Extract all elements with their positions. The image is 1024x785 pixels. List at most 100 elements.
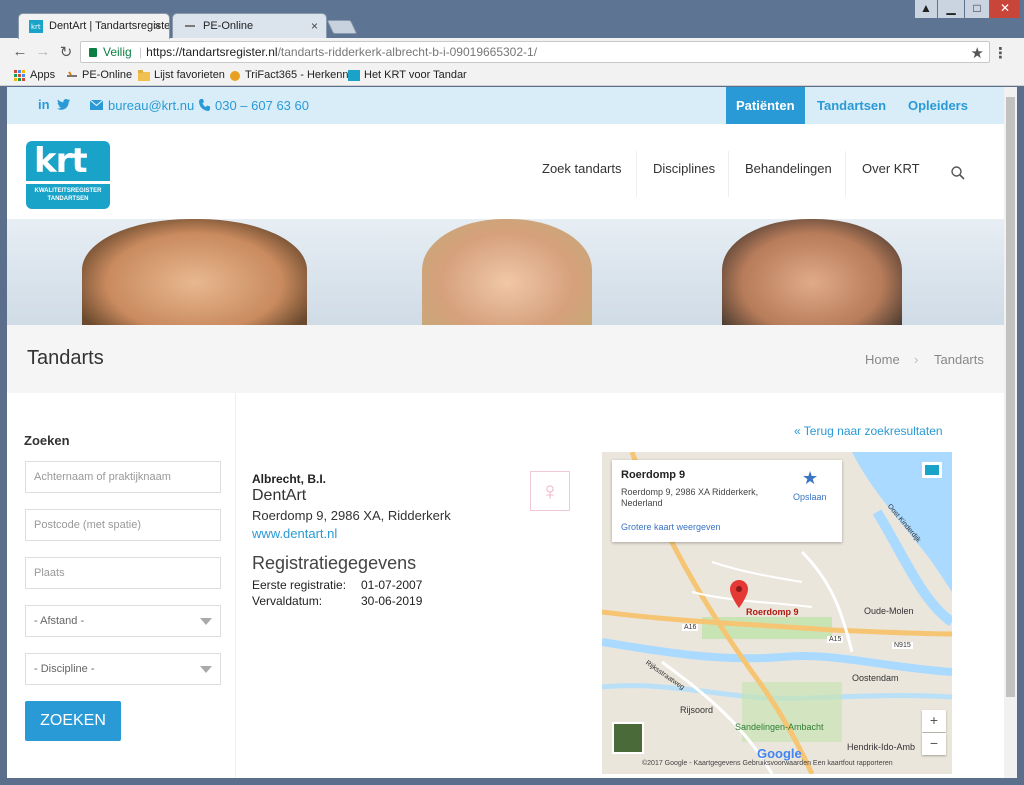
zoom-in-button[interactable]: +	[922, 710, 946, 732]
krt-icon	[348, 70, 360, 81]
first-registration-value: 01-07-2007	[361, 578, 423, 592]
map-label-hendrik-ido-ambacht: Hendrik-Ido-Amb	[847, 742, 916, 752]
browser-menu-icon[interactable]: ⋮	[993, 44, 1008, 62]
pin-icon[interactable]: ▲	[915, 0, 937, 18]
input-placeholder: Plaats	[34, 567, 65, 579]
page-scrollbar[interactable]	[1004, 87, 1017, 778]
map-info-card: Roerdomp 9 Roerdomp 9, 2986 XA Ridderker…	[612, 460, 842, 542]
nav-tandartsen[interactable]: Tandartsen	[807, 87, 896, 127]
search-heading: Zoeken	[24, 433, 70, 448]
bookmark-star-icon[interactable]: ★	[971, 44, 984, 62]
close-tab-icon[interactable]: ×	[311, 19, 318, 33]
distance-select[interactable]: - Afstand -	[25, 605, 221, 637]
map-pin-icon[interactable]	[730, 580, 748, 608]
forward-icon[interactable]: →	[33, 43, 53, 60]
hero-photo-woman-2	[722, 219, 902, 325]
map-footer: ©2017 Google - Kaartgegevens Gebruiksvoo…	[642, 760, 893, 767]
back-to-results-link[interactable]: « Terug naar zoekresultaten	[794, 424, 943, 438]
map-label-oude-molen: Oude-Molen	[864, 606, 914, 616]
google-map[interactable]: Roerdomp 9 Roerdomp 9, 2986 XA Ridderker…	[602, 452, 952, 774]
scrollbar-thumb[interactable]	[1006, 97, 1015, 697]
dentist-detail: « Terug naar zoekresultaten Albrecht, B.…	[237, 393, 1004, 778]
breadcrumb-home[interactable]: Home	[865, 352, 900, 367]
search-button[interactable]: ZOEKEN	[25, 701, 121, 741]
logo-subtitle-1: KWALITEITSREGISTER	[34, 188, 102, 194]
page-title: Tandarts	[27, 347, 104, 369]
apps-grid-icon	[14, 70, 25, 81]
web-page: in bureau@krt.nu 030 – 607 63 60 Patiënt…	[7, 87, 1004, 778]
tab-title: DentArt | Tandartsregiste	[49, 20, 170, 32]
zoom-out-button[interactable]: −	[922, 733, 946, 755]
tab-dentart[interactable]: krt DentArt | Tandartsregiste ×	[18, 13, 170, 39]
minimize-button[interactable]: ▁	[938, 0, 964, 18]
page-title-bar: Tandarts Home › Tandarts	[7, 325, 1004, 393]
browser-window: krt DentArt | Tandartsregiste × PE-Onlin…	[0, 0, 1024, 785]
logo-subtitle-2: TANDARTSEN	[47, 196, 89, 202]
chevron-down-icon	[200, 666, 212, 673]
discipline-select[interactable]: - Discipline -	[25, 653, 221, 685]
new-tab-button[interactable]	[326, 20, 358, 34]
bookmark-lijst-favorieten[interactable]: Lijst favorieten	[138, 69, 225, 81]
nav-disciplines[interactable]: Disciplines	[653, 161, 715, 176]
url-path: /tandarts-ridderkerk-albrecht-b-i-090196…	[277, 45, 538, 59]
map-label-oostendam: Oostendam	[852, 673, 899, 683]
female-icon: ♀	[530, 471, 570, 511]
nav-patienten[interactable]: Patiënten	[726, 87, 805, 127]
nav-behandelingen[interactable]: Behandelingen	[745, 161, 832, 176]
map-save-link[interactable]: Opslaan	[793, 492, 827, 502]
pe-online-icon	[67, 71, 77, 77]
svg-text:krt: krt	[31, 23, 41, 31]
name-input[interactable]: Achternaam of praktijknaam	[25, 461, 221, 493]
map-label-a16: A16	[682, 624, 699, 631]
search-sidebar: Zoeken Achternaam of praktijknaam Postco…	[7, 393, 236, 778]
nav-opleiders[interactable]: Opleiders	[898, 87, 978, 127]
close-tab-icon[interactable]: ×	[154, 19, 161, 33]
email-link[interactable]: bureau@krt.nu	[108, 98, 194, 113]
top-bar: in bureau@krt.nu 030 – 607 63 60 Patiënt…	[7, 87, 1004, 127]
search-icon[interactable]	[951, 166, 965, 180]
map-card-title: Roerdomp 9	[621, 469, 686, 481]
phone-icon	[199, 99, 210, 111]
breadcrumb-separator: ›	[914, 352, 919, 367]
bookmark-krt[interactable]: Het KRT voor Tandar	[348, 69, 467, 81]
website-link[interactable]: www.dentart.nl	[252, 526, 337, 541]
nav-zoek-tandarts[interactable]: Zoek tandarts	[542, 161, 622, 176]
twitter-icon[interactable]	[57, 99, 70, 110]
select-value: - Afstand -	[34, 615, 85, 627]
postcode-input[interactable]: Postcode (met spatie)	[25, 509, 221, 541]
registration-heading: Registratiegegevens	[252, 553, 417, 573]
city-input[interactable]: Plaats	[25, 557, 221, 589]
phone-number: 030 – 607 63 60	[215, 98, 309, 113]
close-window-button[interactable]: ✕	[990, 0, 1020, 18]
tab-title: PE-Online	[203, 20, 254, 32]
tab-strip: krt DentArt | Tandartsregiste × PE-Onlin…	[0, 0, 1024, 39]
back-icon[interactable]: ←	[10, 43, 30, 60]
browser-toolbar: ← → ↻ Veilig | https://tandartsregister.n…	[0, 38, 1024, 66]
lock-icon	[89, 48, 97, 57]
tab-pe-online[interactable]: PE-Online ×	[172, 13, 327, 39]
secure-label: Veilig	[103, 45, 132, 59]
bookmark-trifact[interactable]: TriFact365 - Herkenn	[229, 69, 349, 81]
map-label-sandelingen-ambacht: Sandelingen-Ambacht	[735, 722, 824, 732]
bookmark-label: PE-Online	[82, 69, 133, 81]
reload-icon[interactable]: ↻	[56, 43, 76, 61]
bookmark-label: Het KRT voor Tandar	[364, 69, 467, 81]
trifact-icon	[230, 71, 240, 81]
linkedin-icon[interactable]: in	[38, 97, 50, 112]
bookmark-apps[interactable]: Apps	[14, 69, 55, 81]
maximize-button[interactable]: □	[965, 0, 989, 18]
bookmark-label: Lijst favorieten	[154, 69, 225, 81]
breadcrumb-current: Tandarts	[934, 352, 984, 367]
map-card-address: Roerdomp 9, 2986 XA Ridderkerk, Nederlan…	[621, 487, 759, 508]
bookmark-pe-online[interactable]: PE-Online	[66, 69, 132, 81]
larger-map-link[interactable]: Grotere kaart weergeven	[621, 522, 721, 532]
practice-name: DentArt	[252, 487, 307, 504]
save-star-icon[interactable]: ★	[802, 468, 818, 489]
satellite-toggle[interactable]	[612, 722, 644, 754]
nav-over-krt[interactable]: Over KRT	[862, 161, 920, 176]
expiry-label: Vervaldatum:	[252, 594, 323, 608]
expiry-value: 30-06-2019	[361, 594, 423, 608]
address-bar[interactable]: Veilig | https://tandartsregister.nl/tand…	[80, 41, 990, 63]
input-placeholder: Achternaam of praktijknaam	[34, 471, 171, 483]
krt-logo[interactable]: krt KWALITEITSREGISTER TANDARTSEN	[26, 141, 110, 209]
